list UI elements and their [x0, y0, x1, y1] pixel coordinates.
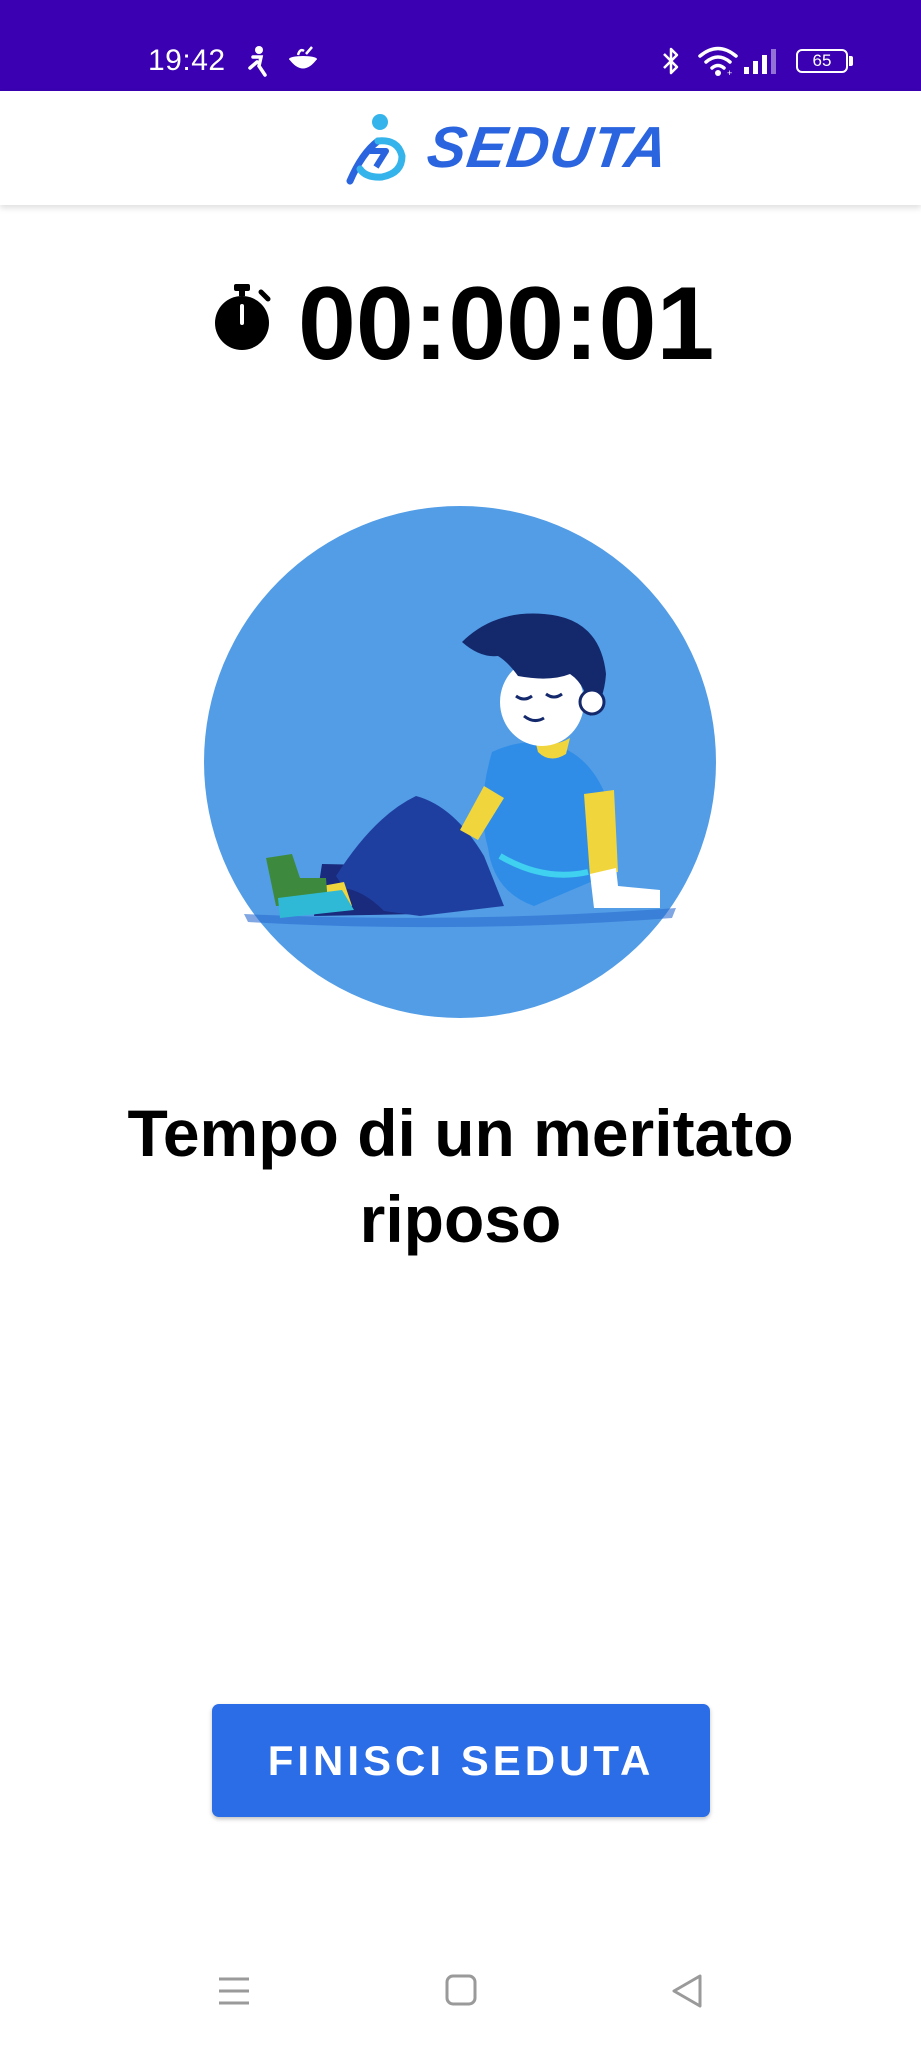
svg-text:+: + [727, 68, 732, 77]
resting-person-illustration [204, 506, 716, 1018]
system-nav-bar [0, 1940, 921, 2048]
stopwatch-icon [215, 284, 271, 350]
app-logo-text: SEDUTA [423, 115, 673, 180]
timer-value: 00:00:01 [298, 266, 715, 382]
signal-icon [744, 49, 776, 74]
finish-session-button[interactable]: FINISCI SEDUTA [212, 1704, 710, 1817]
bluetooth-icon [663, 47, 679, 75]
logo-runner-icon [346, 114, 406, 185]
battery-level: 65 [812, 51, 832, 70]
notification-bowl-icon [289, 46, 317, 69]
battery-icon: 65 [796, 49, 848, 73]
status-time: 19:42 [148, 44, 226, 77]
app-header: SEDUTA [0, 91, 921, 205]
wifi-icon: + [698, 46, 738, 77]
back-icon[interactable] [670, 1973, 704, 2009]
status-bar: 19:42 + 65 [0, 0, 921, 91]
session-timer: 00:00:01 [0, 260, 921, 382]
rest-message: Tempo di un meritato riposo [127, 1096, 794, 1256]
menu-icon[interactable] [216, 1975, 252, 2007]
battery-nub [849, 56, 853, 66]
notification-app-icon [248, 46, 267, 77]
home-icon[interactable] [444, 1973, 478, 2007]
